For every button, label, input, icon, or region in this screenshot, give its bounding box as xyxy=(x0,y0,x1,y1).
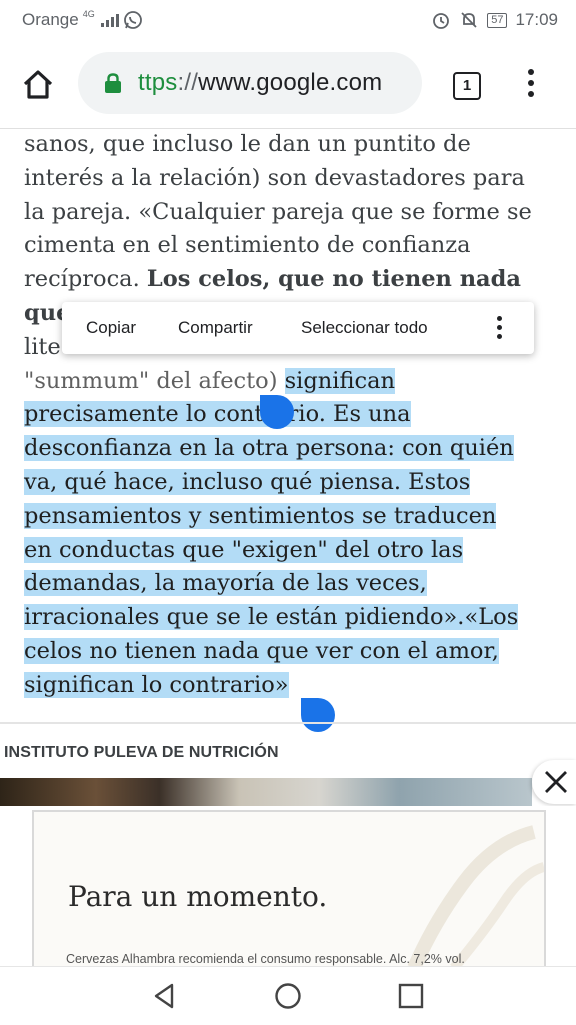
article-line: "summum" del afecto) significan xyxy=(24,365,564,399)
selected-text: desconfianza en la otra persona: con qui… xyxy=(24,435,514,462)
navigation-bar xyxy=(0,966,576,1025)
article-line: pensamientos y sentimientos se traducen xyxy=(24,500,564,534)
article-text-span: recíproca. xyxy=(24,266,147,293)
selected-text: pensamientos y sentimientos se traducen xyxy=(24,502,497,529)
status-bar: Orange 4G 57 17:09 xyxy=(0,0,576,40)
url-text: ttps://www.google.com xyxy=(138,69,382,97)
selected-text: celos no tienen nada que ver con el amor… xyxy=(24,637,499,664)
selection-end-handle[interactable] xyxy=(301,698,335,732)
close-icon xyxy=(545,771,567,793)
article-line: cimenta en el sentimiento de confianza xyxy=(24,229,564,263)
article-text-span: lite xyxy=(24,333,61,360)
selected-text: irracionales que se le están pidiendo».«… xyxy=(24,604,519,631)
lock-icon xyxy=(105,73,121,93)
home-nav-icon[interactable] xyxy=(273,981,303,1011)
url-bar[interactable]: ttps://www.google.com xyxy=(78,52,422,114)
article-line: celos no tienen nada que ver con el amor… xyxy=(24,635,564,669)
article-line: va, qué hace, incluso qué piensa. Estos xyxy=(24,466,564,500)
select-all-button[interactable]: Seleccionar todo xyxy=(301,318,428,338)
alarm-icon xyxy=(433,13,450,29)
article-line: precisamente lo contrario. Es una xyxy=(24,398,564,432)
browser-toolbar: ttps://www.google.com 1 xyxy=(0,40,576,129)
article-line: irracionales que se le están pidiendo».«… xyxy=(24,601,564,635)
article-text-span: interés a la relación) son devastadores … xyxy=(24,164,525,191)
selected-text: precisamente lo contrario. Es una xyxy=(24,401,411,428)
selection-start-handle[interactable] xyxy=(260,395,294,429)
divider xyxy=(0,722,576,724)
ad-card[interactable]: Para un momento. Cervezas Alhambra recom… xyxy=(32,810,546,968)
more-options-icon[interactable] xyxy=(522,69,540,101)
article-text[interactable]: sanos, que incluso le dan un puntito de i… xyxy=(24,128,564,703)
ad-banner[interactable]: Para un momento. Cervezas Alhambra recom… xyxy=(0,806,576,968)
section-title: INSTITUTO PULEVA DE NUTRICIÓN xyxy=(4,744,279,761)
share-button[interactable]: Compartir xyxy=(178,318,253,338)
article-line: en conductas que "exigen" del otro las xyxy=(24,534,564,568)
text-selection-menu: Copiar Compartir Seleccionar todo xyxy=(62,302,534,354)
article-line: interés a la relación) son devastadores … xyxy=(24,162,564,196)
url-host: www.google.com xyxy=(198,69,383,96)
article-line: recíproca. Los celos, que no tienen nada xyxy=(24,263,564,297)
article-line: la pareja. «Cualquier pareja que se form… xyxy=(24,196,564,230)
url-separator: :// xyxy=(177,69,199,96)
article-line: sanos, que incluso le dan un puntito de xyxy=(24,128,564,162)
ad-disclaimer: Cervezas Alhambra recomienda el consumo … xyxy=(66,952,465,966)
carrier-name: Orange xyxy=(22,10,79,29)
network-type: 4G xyxy=(82,9,95,19)
copy-button[interactable]: Copiar xyxy=(86,318,136,338)
article-text-span: cimenta en el sentimiento de confianza xyxy=(24,232,471,259)
back-icon[interactable] xyxy=(150,981,180,1011)
battery-icon: 57 xyxy=(487,12,508,28)
article-text-span: "summum" del afecto) xyxy=(24,367,285,394)
article-line: significan lo contrario» xyxy=(24,669,564,703)
close-ad-button[interactable] xyxy=(532,760,576,804)
more-actions-icon[interactable] xyxy=(495,316,503,343)
article-text-span: Los celos, que no tienen nada xyxy=(146,266,521,293)
article-line: demandas, la mayoría de las veces, xyxy=(24,567,564,601)
article-line: desconfianza en la otra persona: con qui… xyxy=(24,432,564,466)
whatsapp-icon xyxy=(123,11,142,29)
article-image[interactable] xyxy=(0,778,532,806)
url-scheme: ttps xyxy=(138,69,178,96)
article-text-span: la pareja. «Cualquier pareja que se form… xyxy=(24,198,532,225)
selected-text: va, qué hace, incluso qué piensa. Estos xyxy=(24,468,471,495)
selected-text: significan lo contrario» xyxy=(24,671,289,698)
tab-switcher-button[interactable]: 1 xyxy=(453,72,481,100)
clock: 17:09 xyxy=(515,10,558,29)
signal-icon xyxy=(100,13,119,27)
selected-text: en conductas que "exigen" del otro las xyxy=(24,536,464,563)
ad-headline: Para un momento. xyxy=(68,880,328,913)
article-text-span: sanos, que incluso le dan un puntito de xyxy=(24,131,471,157)
home-icon[interactable] xyxy=(18,64,58,104)
selected-text: demandas, la mayoría de las veces, xyxy=(24,570,427,597)
selected-text: significan xyxy=(284,367,395,394)
mute-bell-icon xyxy=(461,12,477,28)
recents-icon[interactable] xyxy=(396,981,426,1011)
